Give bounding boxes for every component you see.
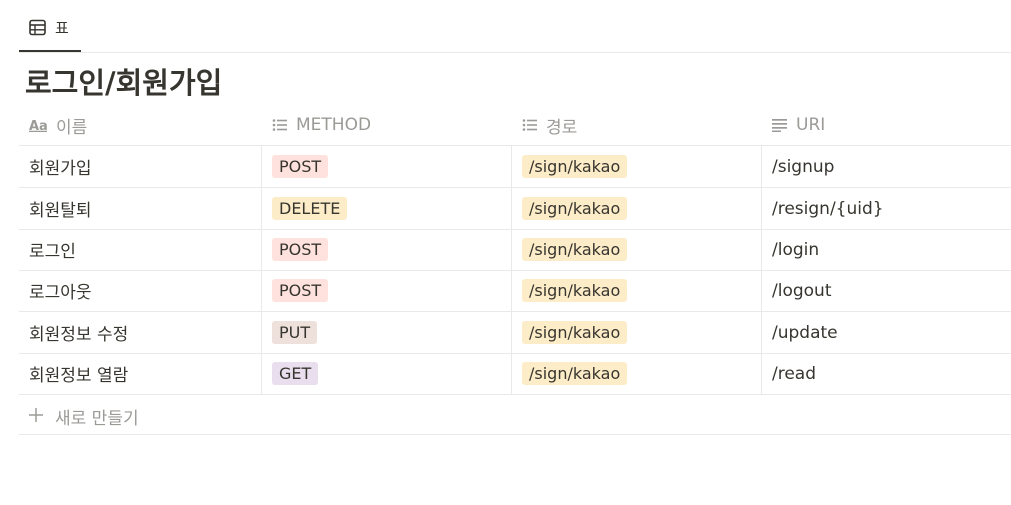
cell-name[interactable]: 회원가입	[29, 146, 92, 187]
text-type-icon: Aa	[29, 119, 48, 132]
column-header-name[interactable]: Aa 이름	[29, 105, 87, 145]
table-row[interactable]: 로그인 POST /sign/kakao /login	[19, 229, 1011, 271]
cell-name[interactable]: 로그아웃	[29, 270, 92, 311]
column-header-label: METHOD	[296, 115, 372, 135]
text-lines-icon	[772, 119, 787, 132]
cell-uri[interactable]: /resign/{uid}	[772, 188, 884, 229]
table-row[interactable]: 회원정보 열람 GET /sign/kakao /read	[19, 353, 1011, 395]
cell-name[interactable]: 회원정보 수정	[29, 312, 128, 353]
method-tag[interactable]: POST	[272, 279, 329, 302]
column-header-label: 경로	[546, 117, 578, 138]
column-header-method[interactable]: METHOD	[272, 105, 371, 145]
new-row-label: 새로 만들기	[55, 409, 139, 429]
table-row[interactable]: 회원정보 수정 PUT /sign/kakao /update	[19, 312, 1011, 354]
cell-name[interactable]: 회원정보 열람	[29, 353, 128, 394]
method-tag[interactable]: POST	[272, 155, 329, 178]
cell-uri[interactable]: /login	[772, 229, 819, 270]
table-row[interactable]: 로그아웃 POST /sign/kakao /logout	[19, 270, 1011, 312]
cell-uri[interactable]: /signup	[772, 146, 834, 187]
svg-text:Aa: Aa	[29, 119, 48, 132]
list-icon	[522, 119, 537, 131]
column-header-label: URI	[796, 115, 826, 135]
method-tag[interactable]: POST	[272, 238, 329, 261]
column-header-label: 이름	[56, 117, 88, 138]
view-tab-bar: 표	[19, 0, 1011, 53]
table-icon	[29, 19, 46, 36]
column-header-uri[interactable]: URI	[772, 105, 825, 145]
table-row[interactable]: 회원가입 POST /sign/kakao /signup	[19, 146, 1011, 188]
tab-table[interactable]: 표	[19, 0, 81, 52]
tab-label: 표	[55, 19, 69, 37]
new-row-button[interactable]: 새로 만들기	[19, 395, 1011, 435]
cell-name[interactable]: 로그인	[29, 229, 76, 270]
table-header: Aa 이름 METHOD 경로 URI	[19, 105, 1011, 146]
column-header-path[interactable]: 경로	[522, 105, 577, 145]
method-tag[interactable]: GET	[272, 362, 319, 385]
method-tag[interactable]: PUT	[272, 321, 318, 344]
cell-uri[interactable]: /logout	[772, 270, 831, 311]
cell-name[interactable]: 회원탈퇴	[29, 188, 92, 229]
page-title[interactable]: 로그인/회원가입	[25, 64, 222, 102]
table-row[interactable]: 회원탈퇴 DELETE /sign/kakao /resign/{uid}	[19, 188, 1011, 230]
method-tag[interactable]: DELETE	[272, 197, 348, 220]
cell-uri[interactable]: /update	[772, 312, 838, 353]
path-tag[interactable]: /sign/kakao	[522, 155, 628, 178]
plus-icon	[29, 408, 43, 422]
list-icon	[272, 119, 287, 131]
path-tag[interactable]: /sign/kakao	[522, 362, 628, 385]
path-tag[interactable]: /sign/kakao	[522, 238, 628, 261]
path-tag[interactable]: /sign/kakao	[522, 321, 628, 344]
path-tag[interactable]: /sign/kakao	[522, 197, 628, 220]
cell-uri[interactable]: /read	[772, 353, 816, 394]
path-tag[interactable]: /sign/kakao	[522, 279, 628, 302]
